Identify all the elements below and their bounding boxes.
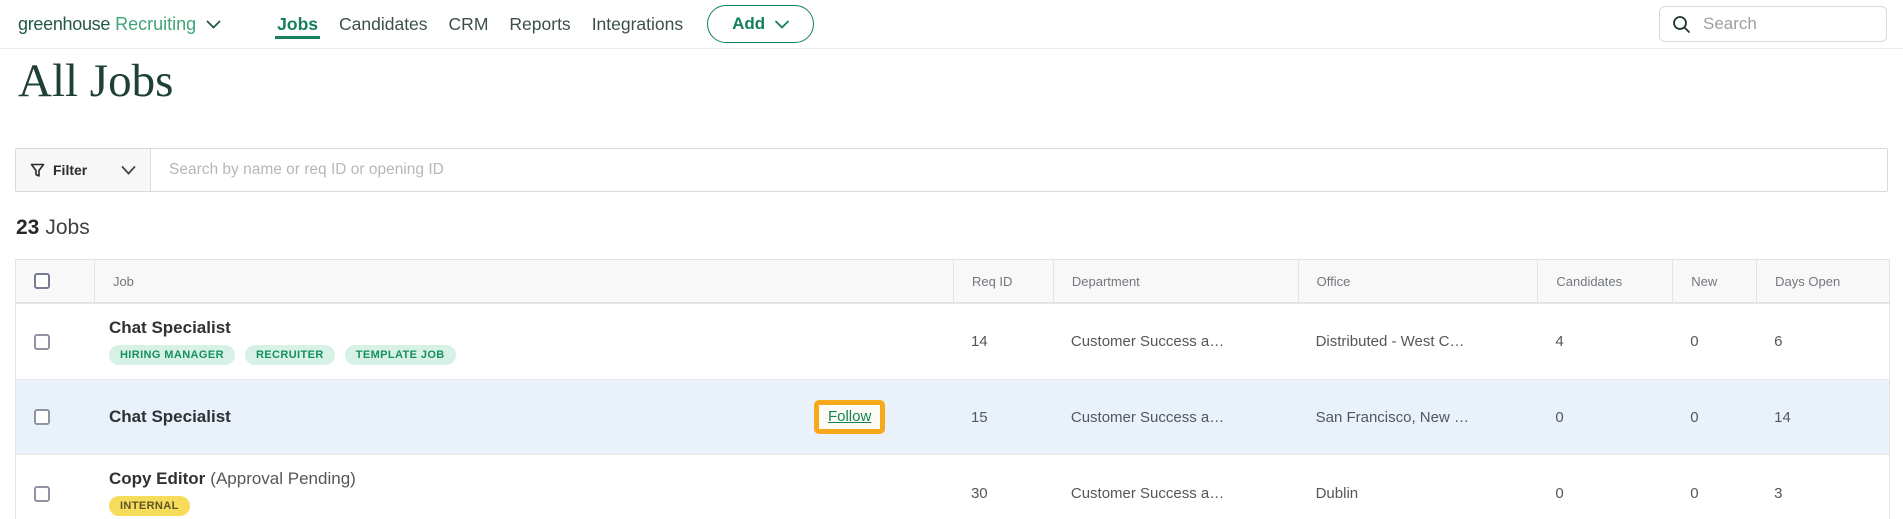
nav-item-reports[interactable]: Reports [507,10,572,38]
greenhouse-logo[interactable]: greenhouse Recruiting [18,14,221,35]
filter-button-label: Filter [53,162,88,178]
candidates-cell: 0 [1555,408,1564,426]
badge-hiring-manager: HIRING MANAGER [108,345,235,365]
follow-link[interactable]: Follow [828,408,871,425]
badge-recruiter: RECRUITER [244,345,335,365]
add-button[interactable]: Add [707,5,815,43]
nav-item-crm[interactable]: CRM [447,10,491,38]
days-open-cell: 6 [1774,333,1783,350]
page-title: All Jobs [18,55,174,107]
row-checkbox-cell [16,304,94,379]
office-cell: Distributed - West C… [1315,333,1465,350]
header-candidates[interactable]: Candidates [1537,260,1672,302]
row-checkbox[interactable] [34,409,50,425]
row-checkbox[interactable] [34,333,50,350]
badge-row: HIRING MANAGER RECRUITER TEMPLATE JOB [108,345,953,365]
job-cell: Copy Editor (Approval Pending) INTERNAL [94,455,953,519]
table-row: Copy Editor (Approval Pending) INTERNAL 3… [16,454,1889,519]
table-header-row: Job Req ID Department Office Candidates … [16,260,1889,303]
req-id-cell: 15 [970,408,988,426]
jobs-table: Job Req ID Department Office Candidates … [15,259,1890,519]
header-new[interactable]: New [1672,260,1756,302]
days-open-cell: 14 [1774,408,1791,426]
filter-button[interactable]: Filter [16,149,151,191]
header-checkbox-cell [16,260,94,302]
jobs-count: 23 Jobs [0,192,1903,240]
top-navigation: greenhouse Recruiting Jobs Candidates CR… [0,0,1903,49]
chevron-down-icon [775,20,790,29]
header-office[interactable]: Office [1297,260,1538,302]
chevron-down-icon [206,20,221,29]
row-checkbox-cell [16,455,94,519]
office-cell: Dublin [1315,485,1359,502]
department-cell: Customer Success a… [1070,485,1225,502]
badge-template-job: TEMPLATE JOB [344,345,456,365]
filter-funnel-icon [30,163,45,178]
job-title-link[interactable]: Copy Editor [109,469,205,488]
logo-product-text: Recruiting [115,13,197,34]
row-checkbox[interactable] [34,485,50,502]
department-cell: Customer Success a… [1070,333,1225,350]
req-id-cell: 30 [970,485,988,502]
department-cell: Customer Success a… [1070,408,1225,426]
header-days-open[interactable]: Days Open [1756,260,1889,302]
job-status-suffix: (Approval Pending) [210,469,356,488]
row-checkbox-cell [16,380,94,454]
global-search[interactable] [1659,6,1887,42]
jobs-search-input[interactable] [151,149,1887,191]
badge-internal: INTERNAL [108,496,190,516]
nav-item-candidates[interactable]: Candidates [337,10,430,38]
logo-brand-text: greenhouse [18,13,111,34]
job-cell: Chat Specialist HIRING MANAGER RECRUITER… [94,304,953,379]
candidates-cell: 4 [1555,333,1564,350]
follow-highlight-box: Follow [813,400,886,434]
office-cell: San Francisco, New … [1315,408,1469,426]
add-button-label: Add [732,14,766,33]
nav-links: Jobs Candidates CRM Reports Integrations [275,10,685,39]
filter-bar: Filter [15,148,1888,192]
header-job[interactable]: Job [93,260,953,302]
jobs-count-number: 23 [16,216,40,239]
select-all-checkbox[interactable] [34,273,50,289]
table-row: Chat Specialist HIRING MANAGER RECRUITER… [16,303,1889,379]
nav-item-integrations[interactable]: Integrations [590,10,685,38]
days-open-cell: 3 [1774,485,1783,502]
job-title-link[interactable]: Chat Specialist [109,318,231,337]
jobs-count-label: Jobs [45,216,90,239]
new-cell: 0 [1690,485,1699,502]
badge-row: INTERNAL [108,496,953,516]
header-department[interactable]: Department [1052,260,1298,302]
req-id-cell: 14 [970,333,988,350]
new-cell: 0 [1690,333,1699,350]
nav-item-jobs[interactable]: Jobs [275,10,320,39]
job-cell: Chat Specialist Follow [94,380,953,454]
table-row: Chat Specialist Follow 15 Customer Succe… [16,379,1889,454]
new-cell: 0 [1690,408,1699,426]
candidates-cell: 0 [1555,485,1564,502]
job-title-link[interactable]: Chat Specialist [109,407,231,427]
chevron-down-icon [121,165,136,175]
global-search-input[interactable] [1703,14,1874,34]
search-icon [1672,15,1691,34]
header-req-id[interactable]: Req ID [952,260,1053,302]
